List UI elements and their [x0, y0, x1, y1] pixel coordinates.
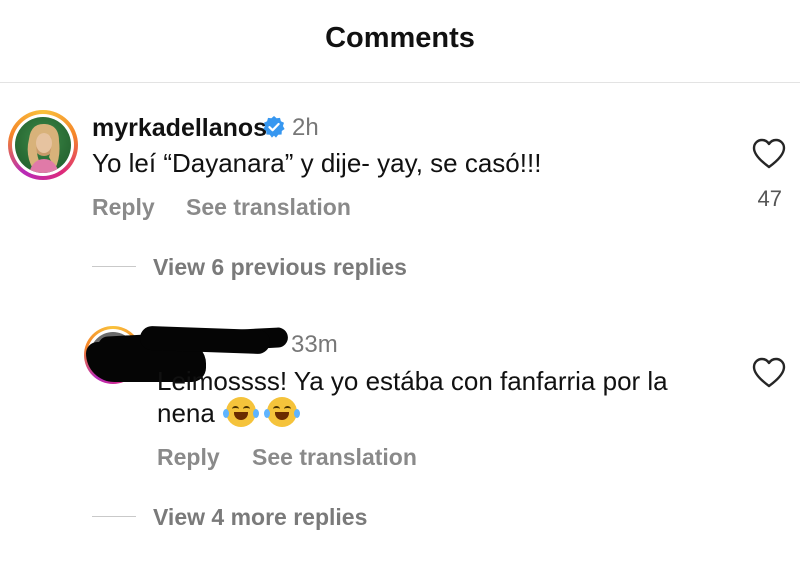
like-heart-icon[interactable] [752, 357, 786, 389]
avatar-photo [15, 117, 71, 173]
view-previous-replies-button[interactable]: View 6 previous replies [153, 254, 407, 281]
reply-button[interactable]: Reply [157, 444, 220, 471]
comments-header: Comments [0, 0, 800, 83]
comment-timestamp: 2h [292, 114, 319, 141]
comment-username[interactable]: myrkadellanos [92, 114, 267, 143]
replies-divider [92, 266, 136, 267]
comment-text-line2: nena [157, 397, 301, 429]
reply-button[interactable]: Reply [92, 194, 155, 221]
like-count: 47 [757, 186, 782, 211]
verified-badge-icon [263, 116, 285, 138]
see-translation-button[interactable]: See translation [252, 444, 417, 471]
see-translation-button[interactable]: See translation [186, 194, 351, 221]
replies-divider [92, 516, 136, 517]
comment-text: Yo leí “Dayanara” y dije- yay, se casó!!… [92, 148, 542, 178]
avatar[interactable] [8, 110, 78, 180]
tears-of-joy-emoji-icon [223, 397, 260, 427]
view-more-replies-button[interactable]: View 4 more replies [153, 504, 367, 531]
comment-text: Leimossss! Ya yo estába con fanfarria po… [157, 366, 668, 396]
comment-timestamp: 33m [291, 331, 338, 358]
tears-of-joy-emoji-icon [264, 397, 301, 427]
like-heart-icon[interactable] [752, 138, 786, 170]
page-title: Comments [325, 22, 475, 54]
redacted-scribble [139, 325, 271, 355]
